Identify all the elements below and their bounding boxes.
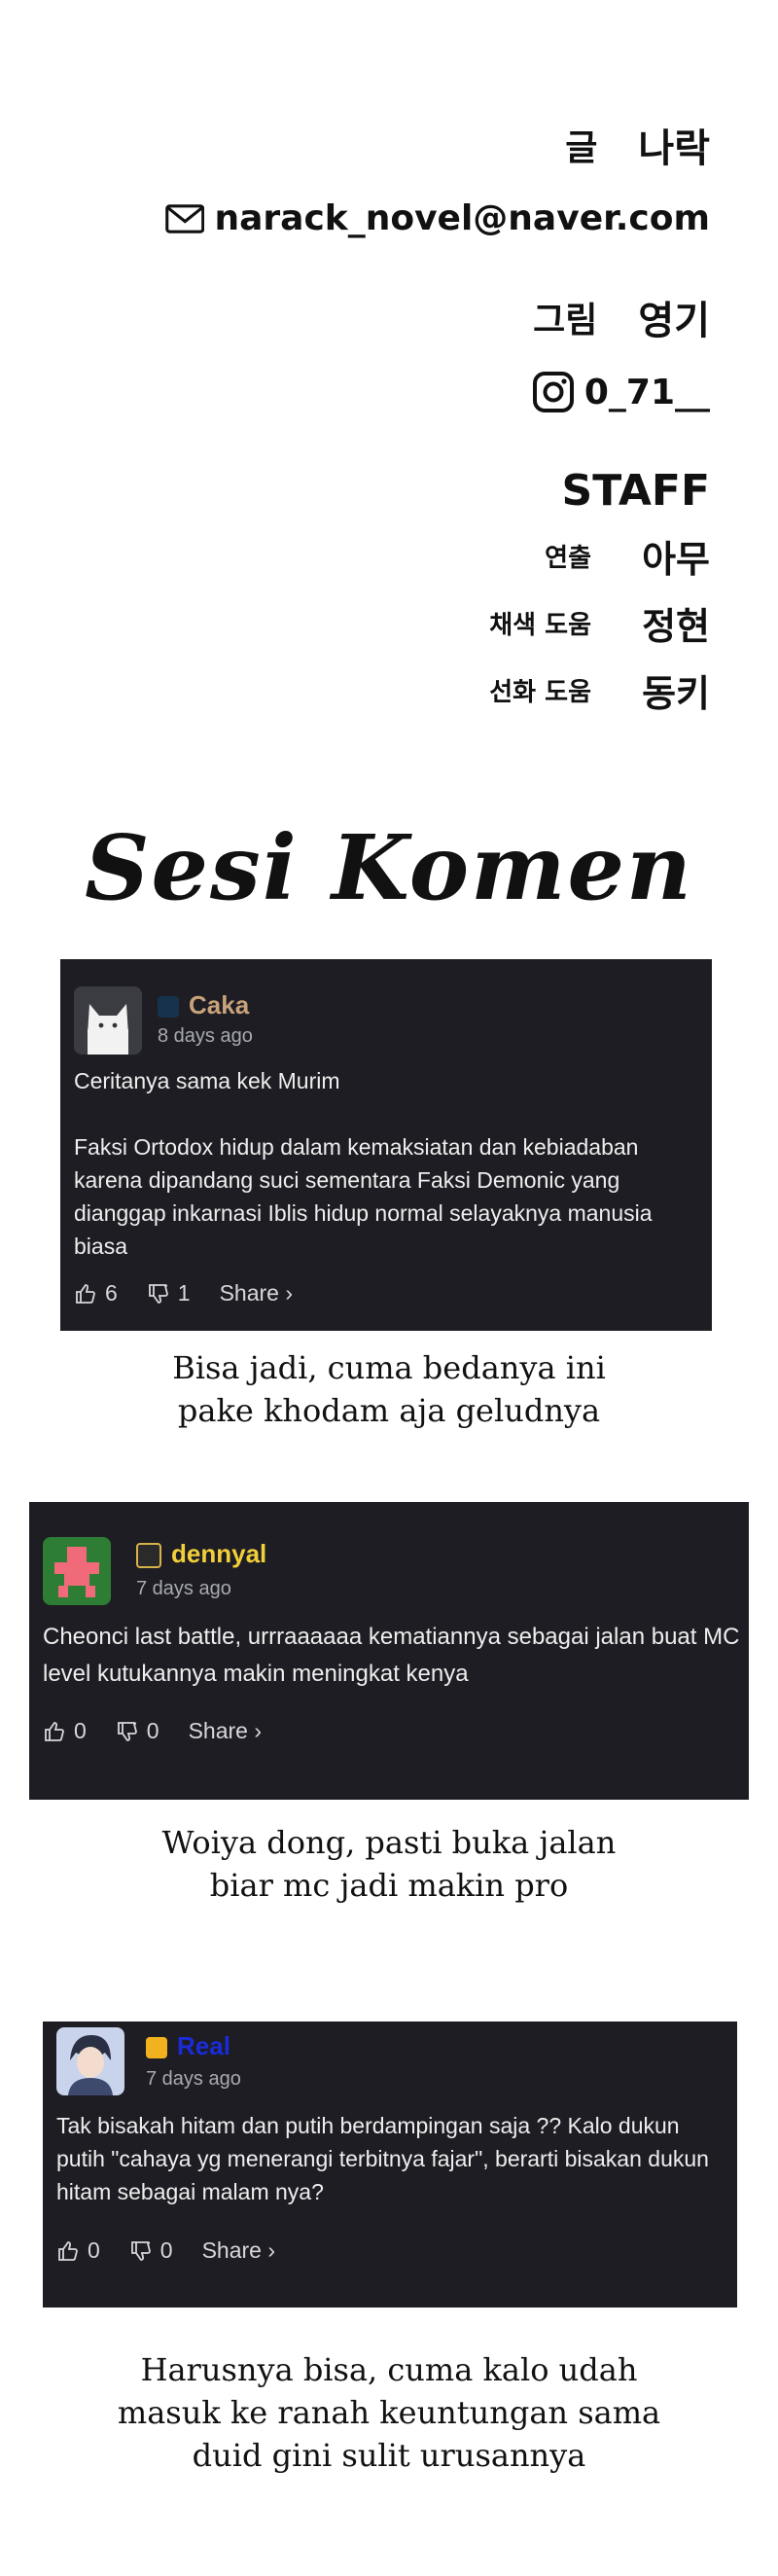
comment-username[interactable]: Caka — [158, 990, 249, 1020]
reply-text: Bisa jadi, cuma bedanya ini pake khodam … — [172, 1349, 606, 1429]
avatar[interactable] — [74, 986, 142, 1055]
username-text: dennyal — [171, 1539, 267, 1568]
anime-avatar-icon — [68, 2035, 113, 2095]
instagram-handle[interactable]: 0_71__ — [584, 373, 710, 412]
thumbs-down-icon — [117, 1721, 137, 1741]
instagram-icon — [532, 372, 574, 412]
comment-time: 8 days ago — [158, 1025, 253, 1047]
staff-name: 아무 — [642, 538, 710, 581]
staff-role: 선화 도움 — [489, 678, 591, 707]
email-address[interactable]: narack_novel@naver.com — [214, 198, 710, 238]
writer-label: 글 — [565, 128, 598, 168]
staff-name: 정현 — [642, 605, 710, 648]
staff-title: STAFF — [561, 466, 710, 516]
staff-row: 선화 도움 동키 — [165, 663, 710, 717]
share-button[interactable]: Share › — [202, 2237, 275, 2264]
username-text: Caka — [189, 990, 250, 1020]
thumbs-up-icon — [58, 2240, 78, 2261]
comment-time: 7 days ago — [136, 1578, 231, 1599]
dislike-count: 1 — [177, 1280, 191, 1306]
staff-role: 연출 — [545, 544, 591, 573]
staff-role: 채색 도움 — [489, 611, 591, 640]
thumbs-up-icon — [76, 1283, 95, 1304]
like-button[interactable]: 0 — [56, 2237, 100, 2264]
reply-text: Harusnya bisa, cuma kalo udah masuk ke r… — [117, 2351, 661, 2474]
staff-name: 동키 — [642, 672, 710, 715]
staff-row: 연출 아무 — [165, 529, 710, 583]
artist-name: 영기 — [638, 299, 710, 343]
dislike-count: 0 — [146, 1718, 159, 1743]
badge-icon — [146, 2037, 167, 2059]
thumbs-down-icon — [130, 2240, 151, 2261]
writer-name: 나락 — [638, 126, 710, 171]
dislike-button[interactable]: 1 — [147, 1280, 191, 1306]
thumbs-down-icon — [148, 1283, 168, 1304]
dislike-count: 0 — [159, 2237, 173, 2263]
badge-icon — [158, 996, 179, 1019]
avatar[interactable] — [56, 2027, 124, 2095]
comment-text: Ceritanya sama kek Murim Faksi Ortodox h… — [74, 1068, 653, 1259]
like-count: 0 — [88, 2237, 100, 2263]
comment-text: Tak bisakah hitam dan putih berdampingan… — [56, 2113, 709, 2204]
like-button[interactable]: 6 — [74, 1280, 118, 1306]
username-text: Real — [177, 2031, 230, 2060]
comment-card: Real 7 days ago Tak bisakah hitam dan pu… — [43, 2021, 737, 2308]
comment-text: Cheonci last battle, urrraaaaaa kematian… — [43, 1624, 740, 1687]
mail-icon — [165, 203, 205, 233]
pixel-avatar-icon — [54, 1547, 99, 1597]
comment-actions: 6 1 Share › — [74, 1280, 293, 1306]
reply-text: Woiya dong, pasti buka jalan biar mc jad… — [161, 1824, 617, 1904]
like-button[interactable]: 0 — [43, 1718, 87, 1744]
comment-username[interactable]: dennyal — [136, 1539, 266, 1569]
comment-card: Caka 8 days ago Ceritanya sama kek Murim… — [60, 959, 712, 1331]
instagram-line: 0_71__ — [165, 371, 710, 413]
like-count: 0 — [74, 1718, 87, 1743]
comment-time: 7 days ago — [146, 2068, 241, 2090]
avatar[interactable] — [43, 1537, 111, 1605]
comment-actions: 0 0 Share › — [43, 1718, 262, 1744]
like-count: 6 — [105, 1280, 118, 1306]
thumbs-up-icon — [45, 1721, 64, 1741]
dislike-button[interactable]: 0 — [129, 2237, 173, 2264]
comment-username[interactable]: Real — [146, 2031, 230, 2061]
artist-label: 그림 — [533, 301, 598, 340]
badge-icon — [136, 1543, 161, 1569]
share-button[interactable]: Share › — [220, 1280, 293, 1306]
email-line: narack_novel@naver.com — [165, 198, 710, 238]
comment-card: dennyal 7 days ago Cheonci last battle, … — [29, 1502, 749, 1800]
staff-row: 채색 도움 정현 — [165, 596, 710, 650]
dislike-button[interactable]: 0 — [116, 1718, 159, 1744]
cat-avatar-icon — [88, 1004, 128, 1055]
writer-credit: 글 나락 — [165, 117, 710, 173]
artist-credit: 그림 영기 — [165, 289, 710, 345]
section-title: Sesi Komen — [85, 815, 693, 920]
comment-actions: 0 0 Share › — [56, 2237, 275, 2264]
share-button[interactable]: Share › — [189, 1718, 262, 1744]
credits-block: 글 나락 narack_novel@naver.com 그림 영기 0_71__… — [165, 117, 710, 717]
